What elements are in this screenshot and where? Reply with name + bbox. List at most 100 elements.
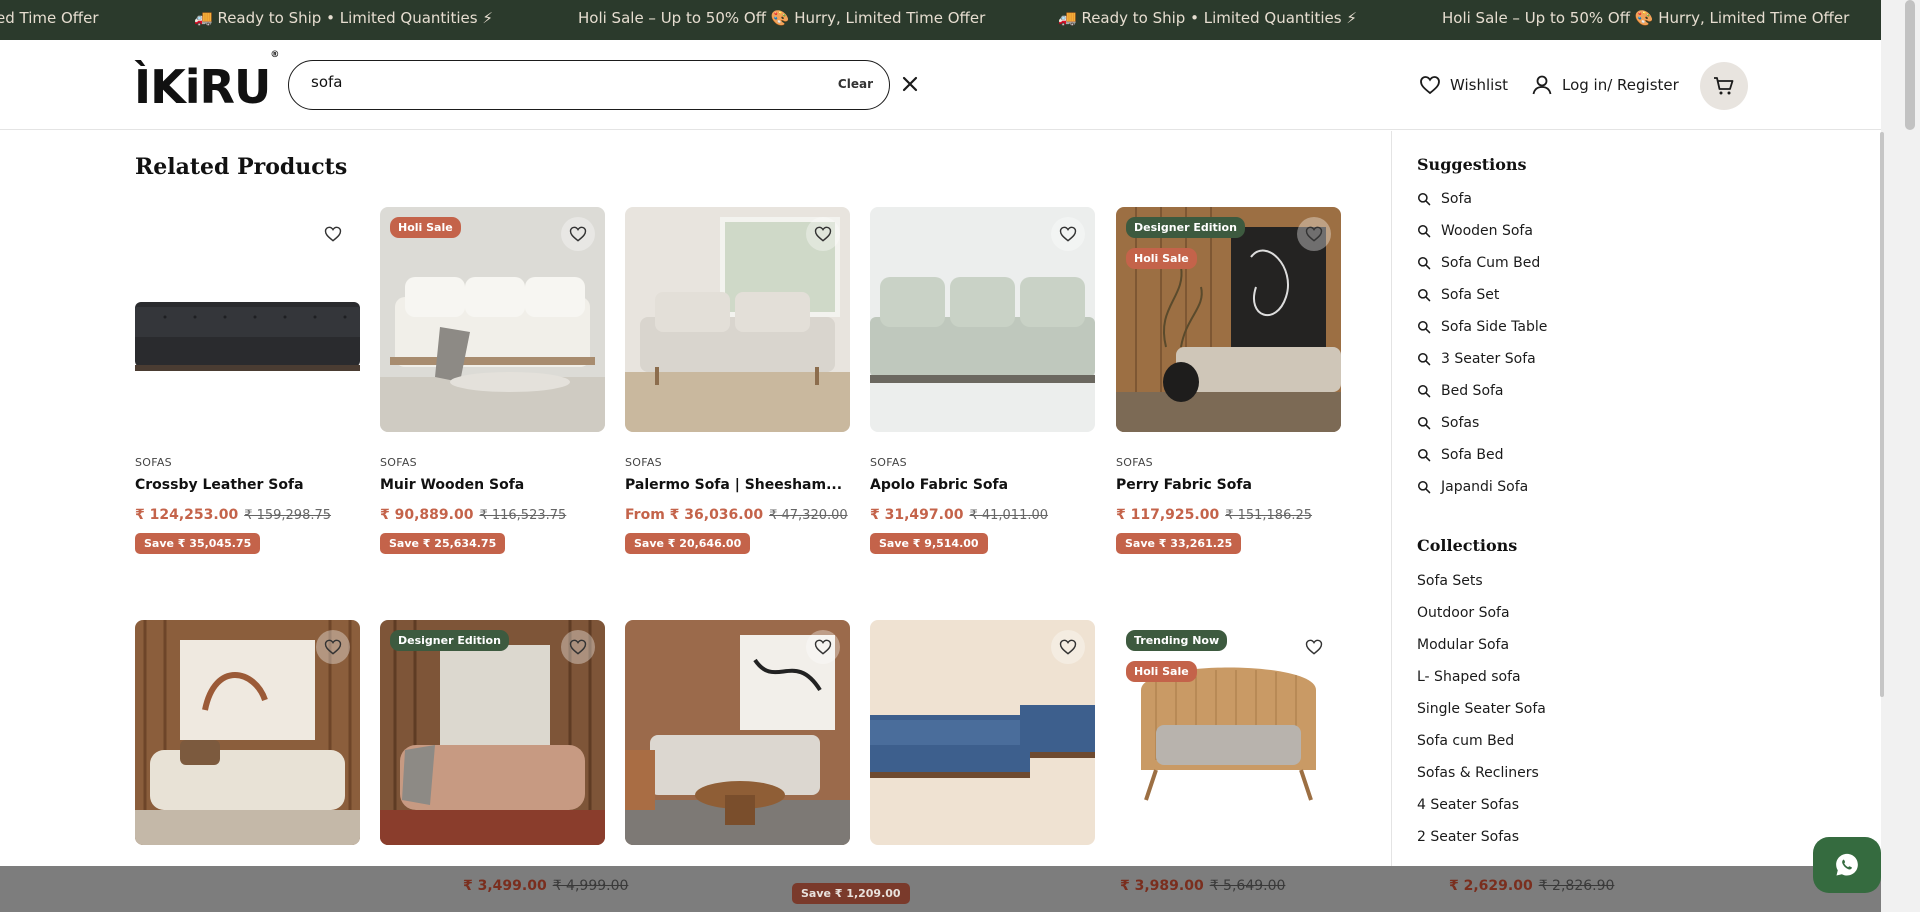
product-image[interactable] [625, 207, 850, 432]
product-name[interactable]: Muir Wooden Sofa [380, 477, 605, 493]
wishlist-button[interactable] [316, 630, 350, 664]
product-name[interactable]: Palermo Sofa | Sheesham... [625, 477, 850, 493]
product-image[interactable] [135, 207, 360, 432]
search-input[interactable] [311, 73, 771, 91]
wishlist-button[interactable] [806, 217, 840, 251]
save-badge: Save ₹ 9,514.00 [870, 533, 988, 554]
wishlist-button[interactable] [561, 217, 595, 251]
wishlist-button[interactable] [1051, 217, 1085, 251]
trending-now-badge: Trending Now [1126, 630, 1228, 651]
suggestion-item[interactable]: Japandi Sofa [1417, 479, 1528, 495]
suggestion-item[interactable]: Sofas [1417, 415, 1479, 431]
heart-icon [814, 639, 832, 655]
suggestion-item[interactable]: Sofa Cum Bed [1417, 255, 1540, 271]
suggestion-label: Sofa Set [1441, 287, 1500, 303]
suggestion-label: Sofas [1441, 415, 1480, 431]
suggestion-label: Sofa Bed [1441, 447, 1504, 463]
product-card[interactable] [135, 620, 360, 845]
cart-button[interactable] [1700, 62, 1748, 110]
product-image[interactable] [870, 620, 1095, 845]
suggestion-item[interactable]: Sofa Bed [1417, 447, 1504, 463]
logo-text: ÌKiRU [134, 60, 271, 114]
product-image[interactable]: Trending Now Holi Sale [1116, 620, 1341, 845]
product-card[interactable]: SOFAS Palermo Sofa | Sheesham... From ₹ … [625, 207, 850, 554]
collection-link[interactable]: Sofa Sets [1417, 573, 1483, 589]
collection-link[interactable]: Sofas & Recliners [1417, 765, 1539, 781]
collection-link[interactable]: L- Shaped sofa [1417, 669, 1521, 685]
whatsapp-chat-button[interactable] [1813, 837, 1881, 893]
product-category: SOFAS [625, 456, 662, 469]
suggestion-label: Bed Sofa [1441, 383, 1504, 399]
announcement-text: 🚚 Ready to Ship • Limited Quantities ⚡ [194, 9, 493, 27]
designer-edition-badge: Designer Edition [1126, 217, 1245, 238]
site-header: ÌKiRU® Clear Wishlist Log in/ Register [0, 40, 1881, 130]
announcement-text: ed Time Offer [0, 9, 99, 27]
search-suggestions-panel: Suggestions Sofa Wooden Sofa Sofa Cum Bed S… [1391, 131, 1881, 866]
wishlist-button[interactable] [316, 217, 350, 251]
wishlist-button[interactable] [1051, 630, 1085, 664]
wishlist-button[interactable] [806, 630, 840, 664]
suggestion-item[interactable]: Sofa Set [1417, 287, 1499, 303]
suggestion-item[interactable]: Bed Sofa [1417, 383, 1504, 399]
product-image[interactable]: Designer Edition [380, 620, 605, 845]
collection-link[interactable]: 4 Seater Sofas [1417, 797, 1519, 813]
product-price: ₹ 124,253.00 [135, 507, 239, 523]
announcement-bar: ed Time Offer 🚚 Ready to Ship • Limited … [0, 0, 1881, 40]
wishlist-button[interactable] [1297, 630, 1331, 664]
product-price: ₹ 31,497.00 [870, 507, 964, 523]
product-image[interactable]: Designer Edition Holi Sale [1116, 207, 1341, 432]
close-icon[interactable] [898, 72, 922, 96]
save-badge: Save ₹ 25,634.75 [380, 533, 506, 554]
suggestion-label: Japandi Sofa [1441, 479, 1529, 495]
product-card[interactable]: Trending Now Holi Sale [1116, 620, 1341, 845]
product-image[interactable]: Holi Sale [380, 207, 605, 432]
heart-icon [1305, 639, 1323, 655]
background-save-badge: Save ₹ 1,209.00 [792, 883, 910, 904]
heart-icon [1305, 226, 1323, 242]
suggestion-item[interactable]: 3 Seater Sofa [1417, 351, 1536, 367]
results-scrollbar-thumb[interactable] [1880, 132, 1884, 697]
suggestion-label: 3 Seater Sofa [1441, 351, 1536, 367]
heart-icon[interactable] [1418, 73, 1442, 97]
login-register-link[interactable]: Log in/ Register [1562, 76, 1679, 94]
search-icon [1417, 416, 1431, 430]
product-card[interactable]: SOFAS Apolo Fabric Sofa ₹ 31,497.00 ₹ 41,… [870, 207, 1095, 554]
heart-icon [324, 226, 342, 242]
collection-link[interactable]: Sofa cum Bed [1417, 733, 1514, 749]
product-card[interactable] [870, 620, 1095, 845]
product-name[interactable]: Crossby Leather Sofa [135, 477, 360, 493]
page-scrollbar-thumb[interactable] [1905, 0, 1915, 130]
heart-icon [569, 639, 587, 655]
product-name[interactable]: Perry Fabric Sofa [1116, 477, 1341, 493]
product-card[interactable]: SOFAS Crossby Leather Sofa ₹ 124,253.00 ₹… [135, 207, 360, 554]
page-scrollbar[interactable] [1881, 0, 1920, 912]
product-card[interactable]: Designer Edition Holi Sale SOFAS Perry F… [1116, 207, 1341, 554]
wishlist-button[interactable] [561, 630, 595, 664]
clear-button[interactable]: Clear [838, 77, 873, 91]
wishlist-button[interactable] [1297, 217, 1331, 251]
collection-link[interactable]: Single Seater Sofa [1417, 701, 1546, 717]
user-icon[interactable] [1530, 73, 1554, 97]
search-icon [1417, 320, 1431, 334]
collection-link[interactable]: Outdoor Sofa [1417, 605, 1510, 621]
heart-icon [1059, 226, 1077, 242]
suggestion-item[interactable]: Sofa Side Table [1417, 319, 1547, 335]
product-card[interactable]: Designer Edition [380, 620, 605, 845]
page-overlay-background: ₹ 3,499.00 ₹ 4,999.00 Save ₹ 1,209.00 ₹ 3… [0, 866, 1881, 912]
product-image[interactable] [870, 207, 1095, 432]
suggestion-item[interactable]: Sofa [1417, 191, 1472, 207]
wishlist-link[interactable]: Wishlist [1450, 76, 1508, 94]
logo[interactable]: ÌKiRU® [134, 50, 279, 114]
announcement-text: Holi Sale – Up to 50% Off 🎨 Hurry, Limit… [1442, 9, 1850, 27]
collection-link[interactable]: 2 Seater Sofas [1417, 829, 1519, 845]
product-card[interactable]: Holi Sale SOFAS Muir Wooden Sofa ₹ 90,88… [380, 207, 605, 554]
product-image[interactable] [625, 620, 850, 845]
product-card[interactable] [625, 620, 850, 845]
product-image[interactable] [135, 620, 360, 845]
product-mrp: ₹ 41,011.00 [969, 508, 1049, 523]
collection-link[interactable]: Modular Sofa [1417, 637, 1509, 653]
search-bar: Clear [288, 60, 890, 110]
suggestion-item[interactable]: Wooden Sofa [1417, 223, 1533, 239]
product-name[interactable]: Apolo Fabric Sofa [870, 477, 1095, 493]
search-icon [1417, 224, 1431, 238]
